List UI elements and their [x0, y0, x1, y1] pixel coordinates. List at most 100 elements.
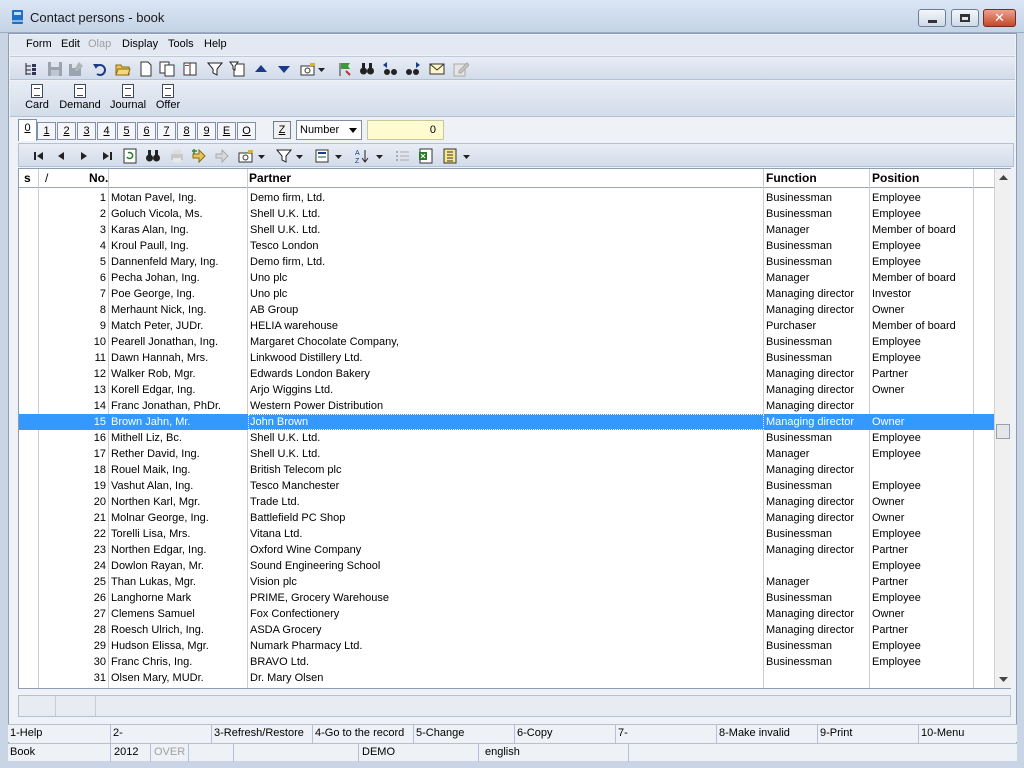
table-row[interactable]: 22 Torelli Lisa, Mrs. Vitana Ltd. Businessm…	[19, 526, 994, 542]
excel-icon[interactable]	[418, 148, 434, 164]
column-header-no[interactable]: No.	[89, 171, 108, 185]
restore-button[interactable]	[951, 9, 979, 27]
table-row[interactable]: 27 Clemens Samuel Fox Confectionery Managin…	[19, 606, 994, 622]
minimize-button[interactable]	[918, 9, 946, 27]
tab-1[interactable]: 1	[37, 122, 56, 140]
camera-icon[interactable]	[238, 148, 254, 164]
tab-5[interactable]: 5	[117, 122, 136, 140]
scroll-down-icon[interactable]	[999, 677, 1008, 683]
vertical-scrollbar[interactable]	[994, 169, 1011, 688]
table-row[interactable]: 20 Northen Karl, Mgr. Trade Ltd. Managing d…	[19, 494, 994, 510]
table-row[interactable]: 31 Olsen Mary, MUDr. Dr. Mary Olsen	[19, 670, 994, 686]
arrow-up-icon[interactable]	[253, 61, 269, 77]
fkey-6[interactable]: 6-Copy	[517, 727, 552, 739]
previous-record-icon[interactable]	[53, 148, 69, 164]
offer-button[interactable]: Offer	[155, 84, 181, 114]
flag-icon[interactable]	[337, 61, 353, 77]
columns-icon[interactable]	[442, 148, 458, 164]
tab-6[interactable]: 6	[137, 122, 156, 140]
demand-button[interactable]: Demand	[58, 84, 102, 114]
menu-display[interactable]: Display	[122, 38, 158, 50]
form-icon[interactable]	[315, 148, 331, 164]
table-row[interactable]: 16 Mithell Liz, Bc. Shell U.K. Ltd. Busines…	[19, 430, 994, 446]
table-row[interactable]: 10 Pearell Jonathan, Ing. Margaret Chocola…	[19, 334, 994, 350]
table-row[interactable]: 9 Match Peter, JUDr. HELIA warehouse Purcha…	[19, 318, 994, 334]
tab-7[interactable]: 7	[157, 122, 176, 140]
fkey-3[interactable]: 3-Refresh/Restore	[214, 727, 304, 739]
save-as-icon[interactable]	[68, 61, 84, 77]
table-row[interactable]: 21 Molnar George, Ing. Battlefield PC Shop…	[19, 510, 994, 526]
menu-form[interactable]: Form	[26, 38, 52, 50]
tab-9[interactable]: 9	[197, 122, 216, 140]
open-folder-icon[interactable]	[115, 61, 131, 77]
binoculars-icon[interactable]	[359, 61, 375, 77]
scroll-up-icon[interactable]	[999, 175, 1008, 181]
card-button[interactable]: Card	[25, 84, 49, 114]
table-row[interactable]: 23 Northen Edgar, Ing. Oxford Wine Company…	[19, 542, 994, 558]
column-header-position[interactable]: Position	[872, 171, 919, 185]
filter-icon[interactable]	[276, 148, 292, 164]
find-next-icon[interactable]	[405, 61, 421, 77]
filter-icon[interactable]	[207, 61, 223, 77]
table-row[interactable]: 28 Roesch Ulrich, Ing. ASDA Grocery Managin…	[19, 622, 994, 638]
menu-tools[interactable]: Tools	[168, 38, 194, 50]
column-header-function[interactable]: Function	[766, 171, 817, 185]
save-icon[interactable]	[47, 61, 63, 77]
next-record-icon[interactable]	[76, 148, 92, 164]
tab-e[interactable]: E	[217, 122, 236, 140]
fkey-7[interactable]: 7-	[618, 727, 628, 739]
column-header-s[interactable]: s	[24, 171, 31, 185]
dropdown-arrow-icon[interactable]	[257, 148, 267, 164]
sort-order-select[interactable]: Number	[296, 120, 362, 140]
z-button[interactable]: Z	[273, 121, 291, 139]
fkey-10[interactable]: 10-Menu	[921, 727, 964, 739]
table-row[interactable]: 17 Rether David, Ing. Shell U.K. Ltd. Manag…	[19, 446, 994, 462]
binoculars-icon[interactable]	[145, 148, 161, 164]
table-row[interactable]: 3 Karas Alan, Ing. Shell U.K. Ltd. Manager M…	[19, 222, 994, 238]
camera-icon[interactable]	[300, 61, 316, 77]
table-row[interactable]: 7 Poe George, Ing. Uno plc Managing directo…	[19, 286, 994, 302]
last-record-icon[interactable]	[99, 148, 115, 164]
table-row[interactable]: 13 Korell Edgar, Ing. Arjo Wiggins Ltd. Man…	[19, 382, 994, 398]
table-row[interactable]: 25 Than Lukas, Mgr. Vision plc Manager Partn…	[19, 574, 994, 590]
new-document-icon[interactable]	[138, 61, 154, 77]
fkey-1[interactable]: 1-Help	[10, 727, 42, 739]
table-row[interactable]: 5 Dannenfeld Mary, Ing. Demo firm, Ltd. Bus…	[19, 254, 994, 270]
fkey-4[interactable]: 4-Go to the record	[315, 727, 404, 739]
dropdown-arrow-icon[interactable]	[317, 61, 327, 77]
menu-edit[interactable]: Edit	[61, 38, 80, 50]
column-header-mark[interactable]: /	[45, 171, 48, 185]
tab-3[interactable]: 3	[77, 122, 96, 140]
table-row[interactable]: 18 Rouel Maik, Ing. British Telecom plc Man…	[19, 462, 994, 478]
tab-0[interactable]: 0	[18, 119, 37, 141]
refresh-icon[interactable]	[122, 148, 138, 164]
search-input[interactable]: 0	[367, 120, 444, 140]
tree-icon[interactable]	[23, 61, 39, 77]
fkey-2[interactable]: 2-	[113, 727, 123, 739]
table-row-selected[interactable]: 15 Brown Jahn, Mr. John Brown Managing dire…	[19, 414, 994, 430]
table-row[interactable]: 12 Walker Rob, Mgr. Edwards London Bakery M…	[19, 366, 994, 382]
email-icon[interactable]	[429, 61, 445, 77]
arrow-down-icon[interactable]	[276, 61, 292, 77]
table-row[interactable]: 2 Goluch Vicola, Ms. Shell U.K. Ltd. Busine…	[19, 206, 994, 222]
dropdown-arrow-icon[interactable]	[295, 148, 305, 164]
menu-help[interactable]: Help	[204, 38, 227, 50]
tab-2[interactable]: 2	[57, 122, 76, 140]
table-row[interactable]: 29 Hudson Elissa, Mgr. Numark Pharmacy Ltd…	[19, 638, 994, 654]
filter-document-icon[interactable]	[229, 61, 245, 77]
tab-o[interactable]: O	[237, 122, 256, 140]
fkey-5[interactable]: 5-Change	[416, 727, 464, 739]
table-row[interactable]: 6 Pecha Johan, Ing. Uno plc Manager Member o…	[19, 270, 994, 286]
find-previous-icon[interactable]	[382, 61, 398, 77]
table-row[interactable]: 14 Franc Jonathan, PhDr. Western Power Dis…	[19, 398, 994, 414]
dropdown-arrow-icon[interactable]	[334, 148, 344, 164]
book-icon[interactable]	[182, 61, 198, 77]
close-button[interactable]: ✕	[983, 9, 1016, 27]
add-icon[interactable]	[191, 148, 207, 164]
first-record-icon[interactable]	[31, 148, 47, 164]
table-row[interactable]: 26 Langhorne Mark PRIME, Grocery Warehouse…	[19, 590, 994, 606]
scrollbar-thumb[interactable]	[996, 424, 1010, 439]
copy-document-icon[interactable]	[159, 61, 175, 77]
tab-8[interactable]: 8	[177, 122, 196, 140]
fkey-8[interactable]: 8-Make invalid	[719, 727, 790, 739]
